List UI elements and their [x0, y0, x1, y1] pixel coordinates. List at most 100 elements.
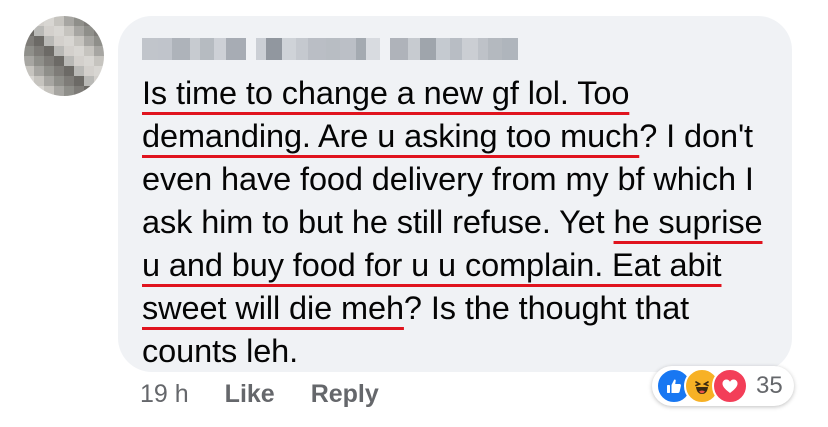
author-name-pixel: [308, 38, 326, 60]
avatar-pixel: [64, 46, 74, 56]
reactions-summary[interactable]: 35: [652, 366, 794, 406]
author-name-pixel: [142, 38, 158, 60]
avatar-pixel: [94, 36, 104, 46]
avatar-pixel: [44, 46, 54, 56]
avatar-pixel: [34, 56, 44, 66]
avatar-pixel: [34, 66, 44, 76]
author-name-pixel: [478, 38, 488, 60]
avatar-pixel: [94, 76, 104, 86]
avatar-pixel: [24, 46, 34, 56]
reaction-count: 35: [756, 372, 783, 399]
avatar-pixel: [34, 86, 44, 96]
avatar-pixel: [54, 56, 64, 66]
author-name-pixel: [296, 38, 308, 60]
avatar-pixel: [84, 66, 94, 76]
avatar-pixel: [44, 16, 54, 26]
avatar-pixel: [54, 46, 64, 56]
avatar-pixel: [44, 66, 54, 76]
avatar-pixel: [24, 86, 34, 96]
avatar-pixel: [64, 36, 74, 46]
avatar-pixel: [44, 36, 54, 46]
author-name-pixel: [256, 38, 266, 60]
avatar-pixel: [54, 86, 64, 96]
author-name-pixel: [200, 38, 214, 60]
avatar-pixel: [24, 76, 34, 86]
avatar-pixel: [24, 56, 34, 66]
avatar-pixel: [24, 66, 34, 76]
comment-bubble: Is time to change a new gf lol. Too dema…: [118, 16, 792, 372]
avatar-pixel: [54, 26, 64, 36]
author-name-pixel: [408, 38, 420, 60]
avatar-pixel: [34, 26, 44, 36]
avatar-pixel: [64, 76, 74, 86]
avatar-pixel: [94, 26, 104, 36]
avatar-pixel: [74, 26, 84, 36]
avatar-pixel: [74, 76, 84, 86]
avatar-pixel: [84, 86, 94, 96]
avatar-pixel: [24, 16, 34, 26]
avatar-pixel: [94, 56, 104, 66]
avatar-pixel: [94, 86, 104, 96]
avatar-pixel: [44, 26, 54, 36]
avatar-pixel: [84, 76, 94, 86]
highlighted-text-1: Is time to change a new gf lol. Too dema…: [142, 75, 640, 154]
avatar-pixel: [94, 66, 104, 76]
avatar-pixel: [74, 56, 84, 66]
avatar-pixel: [44, 86, 54, 96]
avatar-pixel: [84, 46, 94, 56]
avatar-pixel: [64, 86, 74, 96]
comment-text: Is time to change a new gf lol. Too dema…: [142, 72, 782, 373]
avatar-pixel: [34, 36, 44, 46]
avatar-pixel: [64, 26, 74, 36]
avatar-pixel: [74, 46, 84, 56]
like-button[interactable]: Like: [225, 380, 275, 409]
comment-actions: 19 h Like Reply: [140, 380, 415, 409]
timestamp[interactable]: 19 h: [140, 380, 189, 409]
avatar-pixel: [84, 26, 94, 36]
avatar-pixel: [34, 76, 44, 86]
author-name-pixel: [266, 38, 282, 60]
author-name-pixel: [462, 38, 478, 60]
author-name-pixel: [356, 38, 366, 60]
author-name-pixel: [502, 38, 518, 60]
avatar-pixel: [54, 76, 64, 86]
avatar-pixel: [64, 56, 74, 66]
avatar-pixel: [64, 66, 74, 76]
avatar-pixel: [74, 66, 84, 76]
avatar-pixel: [54, 66, 64, 76]
author-name-blurred[interactable]: [142, 38, 518, 60]
author-name-pixel: [172, 38, 190, 60]
avatar-pixel: [74, 86, 84, 96]
author-name-pixel: [436, 38, 450, 60]
author-name-pixel: [488, 38, 502, 60]
author-name-pixel: [190, 38, 200, 60]
love-icon: [712, 368, 748, 404]
author-name-pixel: [282, 38, 296, 60]
avatar-pixel: [84, 36, 94, 46]
avatar[interactable]: [24, 16, 104, 96]
avatar-pixel: [44, 76, 54, 86]
reply-button[interactable]: Reply: [311, 380, 379, 409]
avatar-pixel: [24, 36, 34, 46]
avatar-pixel: [64, 16, 74, 26]
author-name-pixel: [326, 38, 340, 60]
author-name-pixel: [158, 38, 172, 60]
author-name-pixel: [340, 38, 356, 60]
author-name-pixel: [450, 38, 462, 60]
avatar-pixel: [34, 16, 44, 26]
author-name-pixel: [366, 38, 380, 60]
avatar-pixel: [74, 36, 84, 46]
avatar-pixel: [54, 36, 64, 46]
author-name-pixel: [214, 38, 226, 60]
avatar-pixel: [74, 16, 84, 26]
avatar-pixel: [94, 46, 104, 56]
avatar-pixel: [84, 56, 94, 66]
author-name-pixel: [226, 38, 246, 60]
avatar-pixel: [84, 16, 94, 26]
avatar-pixel: [54, 16, 64, 26]
author-name-pixel: [420, 38, 436, 60]
avatar-pixel: [34, 46, 44, 56]
avatar-pixel: [44, 56, 54, 66]
avatar-pixel: [24, 26, 34, 36]
avatar-pixel: [94, 16, 104, 26]
